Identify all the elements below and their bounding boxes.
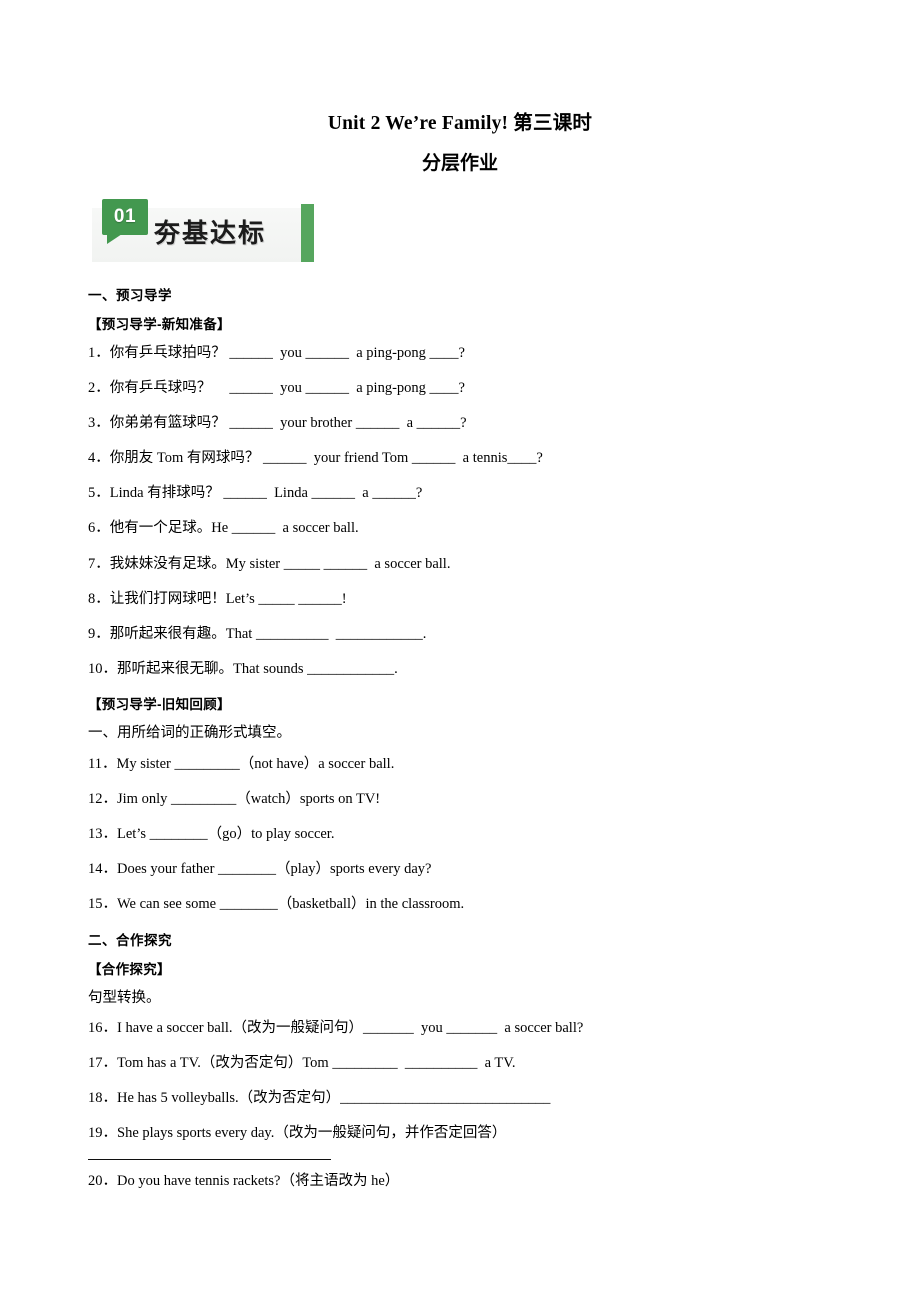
question-item: 18．He has 5 volleyballs.（改为否定句）_________… bbox=[88, 1090, 551, 1107]
question-item: 12．Jim only _________（watch）sports on TV… bbox=[88, 790, 381, 807]
question-item: 16．I have a soccer ball.（改为一般疑问句）_______… bbox=[88, 1020, 584, 1037]
question-item: 10．那听起来很无聊。That sounds ____________. bbox=[88, 660, 398, 677]
banner-accent-bar bbox=[301, 204, 314, 263]
section-subheading-3: 【合作探究】 bbox=[88, 961, 171, 977]
question-item: 11．My sister _________（not have）a soccer… bbox=[88, 755, 395, 772]
question-item: 8．让我们打网球吧！Let’s _____ ______! bbox=[88, 590, 347, 607]
banner-number: 01 bbox=[113, 206, 137, 228]
question-item: 5．Linda 有排球吗？ ______ Linda ______ a ____… bbox=[88, 485, 423, 502]
section-subheading-2: 【预习导学-旧知回顾】 bbox=[88, 697, 231, 713]
question-item: 19．She plays sports every day.（改为一般疑问句，并… bbox=[88, 1125, 507, 1142]
section-heading-3: 二、合作探究 bbox=[88, 932, 172, 948]
question-item: 3．你弟弟有篮球吗？ ______ your brother ______ a … bbox=[88, 415, 467, 432]
question-item: 4．你朋友 Tom 有网球吗？ ______ your friend Tom _… bbox=[88, 450, 543, 467]
page-subtitle: 分层作业 bbox=[421, 153, 498, 175]
question-item: 13．Let’s ________（go）to play soccer. bbox=[88, 825, 335, 842]
worksheet-page: Unit 2 We’re Family! 第三课时 分层作业 01 夯基达标 一… bbox=[0, 0, 920, 1302]
section-instruction-2: 一、用所给词的正确形式填空。 bbox=[88, 725, 291, 742]
question-item: 17．Tom has a TV.（改为否定句）Tom _________ ___… bbox=[88, 1055, 516, 1072]
question-item: 15．We can see some ________（basketball）i… bbox=[88, 896, 465, 913]
question-item: 20．Do you have tennis rackets?（将主语改为 he） bbox=[88, 1173, 400, 1190]
section-instruction-3: 句型转换。 bbox=[88, 989, 161, 1006]
worksheet-content: 一、预习导学 【预习导学-新知准备】 1．你有乒乓球拍吗？ ______ you… bbox=[88, 284, 848, 1192]
question-item: 7．我妹妹没有足球。My sister _____ ______ a socce… bbox=[88, 555, 451, 572]
answer-blank-line bbox=[88, 1159, 331, 1161]
question-item: 2．你有乒乓球吗？ ______ you ______ a ping-pong … bbox=[88, 380, 465, 397]
question-item: 6．他有一个足球。He ______ a soccer ball. bbox=[88, 520, 359, 537]
page-title: Unit 2 We’re Family! 第三课时 bbox=[327, 113, 593, 134]
section-heading-1: 一、预习导学 bbox=[88, 288, 172, 304]
banner-label: 夯基达标 bbox=[154, 218, 267, 249]
question-item: 1．你有乒乓球拍吗？ ______ you ______ a ping-pong… bbox=[88, 345, 465, 362]
section-subheading-1: 【预习导学-新知准备】 bbox=[88, 317, 231, 333]
section-banner-01: 01 夯基达标 bbox=[92, 199, 314, 263]
question-item: 14．Does your father ________（play）sports… bbox=[88, 861, 432, 877]
banner-bubble-icon: 01 bbox=[102, 199, 148, 245]
question-item: 9．那听起来很有趣。That __________ ____________. bbox=[88, 625, 427, 642]
